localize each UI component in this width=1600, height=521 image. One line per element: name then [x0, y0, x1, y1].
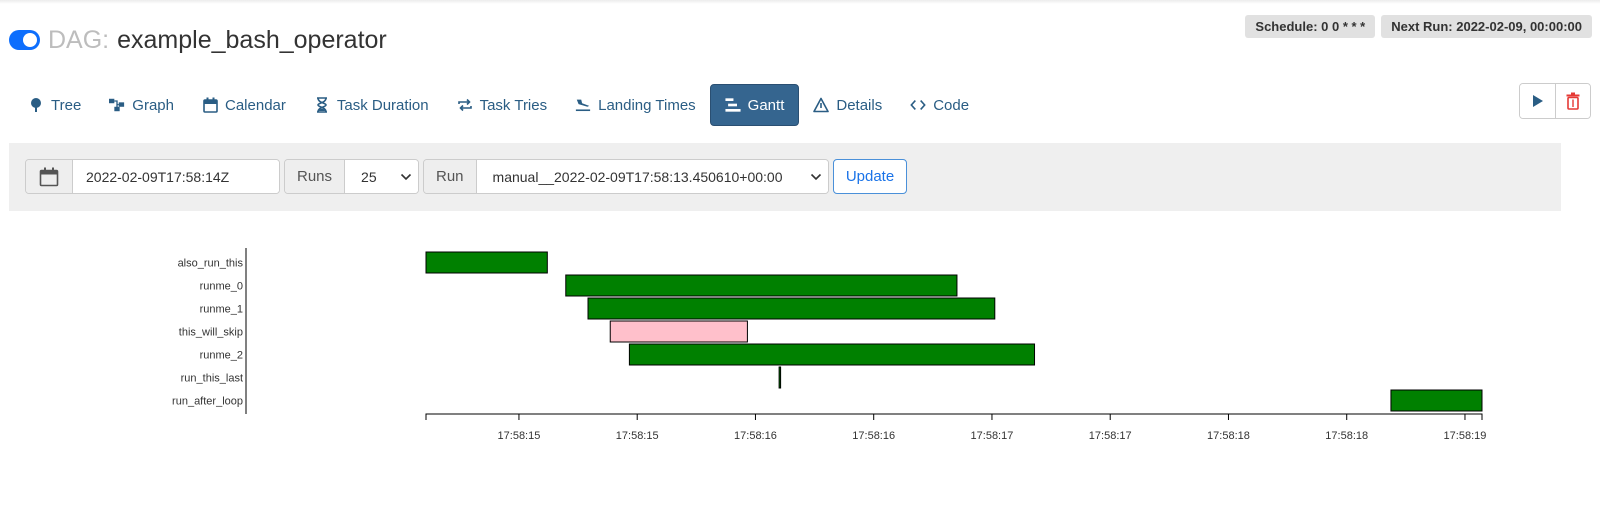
run-value: manual__2022-02-09T17:58:13.450610+00:00: [492, 168, 783, 185]
task-label-run-after-loop: run_after_loop: [172, 396, 243, 408]
x-tick-label-0: 17:58:15: [498, 430, 541, 442]
header-badges: Schedule: 0 0 * * * Next Run: 2022-02-09…: [1245, 15, 1592, 38]
task-label-runme-0: runme_0: [200, 281, 243, 293]
run-label: Run: [424, 160, 477, 193]
task-bar-run-after-loop[interactable]: [1390, 389, 1483, 412]
task-bars: [425, 251, 1483, 412]
task-label-runme-2: runme_2: [200, 350, 243, 362]
dag-prefix: DAG:: [48, 25, 110, 54]
dag-title[interactable]: example_bash_operator: [117, 26, 387, 55]
tab-task-tries[interactable]: Task Tries: [443, 84, 562, 126]
update-button[interactable]: Update: [833, 159, 907, 194]
tab-label: Task Tries: [479, 96, 548, 114]
chevron-down-icon: [810, 173, 822, 180]
tab-label: Code: [933, 96, 970, 114]
task-label-run-this-last: run_this_last: [181, 373, 243, 385]
x-axis-line: [425, 413, 1483, 420]
tab-landing-times[interactable]: Landing Times: [561, 84, 710, 126]
tab-label: Graph: [132, 96, 174, 114]
x-tick-label-3: 17:58:16: [852, 430, 895, 442]
x-tick-label-7: 17:58:18: [1325, 430, 1368, 442]
task-bar-runme-2[interactable]: [628, 343, 1036, 366]
trash-icon: [1566, 92, 1580, 110]
task-bar-runme-0[interactable]: [565, 274, 958, 297]
dag-view-nav: Tree Graph Calendar Task Duration Task T…: [14, 84, 983, 126]
calendar-button[interactable]: [26, 160, 73, 193]
next-run-badge: Next Run: 2022-02-09, 00:00:00: [1381, 15, 1592, 38]
warning-triangle-icon: [813, 97, 830, 113]
run-group: Run manual__2022-02-09T17:58:13.450610+0…: [423, 159, 829, 194]
tree-icon: [28, 97, 44, 113]
graph-icon: [109, 97, 125, 113]
dag-header: DAG: example_bash_operator: [9, 22, 387, 58]
trigger-dag-button[interactable]: [1520, 84, 1555, 118]
runs-value: 25: [361, 168, 377, 185]
code-icon: [910, 97, 926, 113]
tab-label: Landing Times: [598, 96, 696, 114]
play-icon: [1532, 95, 1543, 107]
plane-landing-icon: [575, 97, 591, 113]
x-tick-label-1: 17:58:15: [616, 430, 659, 442]
calendar-icon: [202, 97, 218, 113]
runs-label: Runs: [285, 160, 346, 193]
toggle-knob: [23, 33, 37, 47]
filter-bar: 2022-02-09T17:58:14Z Runs 25 Run manual_…: [9, 143, 1561, 211]
tab-calendar[interactable]: Calendar: [188, 84, 300, 126]
x-tick-label-2: 17:58:16: [734, 430, 777, 442]
task-labels: also_run_this runme_0 runme_1 this_will_ski…: [172, 258, 243, 408]
retry-icon: [457, 97, 473, 113]
hourglass-icon: [314, 97, 330, 113]
schedule-badge: Schedule: 0 0 * * *: [1245, 15, 1376, 38]
dag-actions: [1519, 83, 1591, 119]
tab-label: Calendar: [225, 96, 286, 114]
tab-tree[interactable]: Tree: [14, 84, 95, 126]
run-select[interactable]: manual__2022-02-09T17:58:13.450610+00:00: [476, 160, 828, 193]
x-tick-label-5: 17:58:17: [1089, 430, 1132, 442]
task-label-runme-1: runme_1: [200, 304, 243, 316]
task-bar-this-will-skip[interactable]: [609, 320, 748, 343]
x-tick-label-4: 17:58:17: [971, 430, 1014, 442]
task-bar-run-this-last[interactable]: [778, 366, 782, 389]
x-axis: 17:58:15 17:58:15 17:58:16 17:58:16 17:58:17…: [425, 413, 1487, 442]
tab-label: Gantt: [747, 96, 785, 114]
task-bar-also-run-this[interactable]: [425, 251, 548, 274]
gantt-chart: also_run_this runme_0 runme_1 this_will_ski…: [172, 248, 1487, 442]
tab-graph[interactable]: Graph: [95, 84, 188, 126]
runs-select[interactable]: 25: [345, 160, 418, 193]
task-label-this-will-skip: this_will_skip: [179, 327, 243, 339]
calendar-icon: [39, 167, 59, 186]
top-shadow: [0, 0, 1600, 4]
delete-dag-button[interactable]: [1555, 84, 1590, 118]
tab-gantt[interactable]: Gantt: [709, 84, 800, 126]
runs-group: Runs 25: [284, 159, 419, 194]
tab-label: Tree: [51, 96, 82, 114]
pause-toggle[interactable]: [9, 30, 40, 50]
x-tick-label-6: 17:58:18: [1207, 430, 1250, 442]
x-tick-label-8: 17:58:19: [1444, 430, 1487, 442]
tab-label: Task Duration: [336, 96, 429, 114]
base-date-group: 2022-02-09T17:58:14Z: [25, 159, 280, 194]
tab-details[interactable]: Details: [799, 84, 896, 126]
task-bar-runme-1[interactable]: [587, 297, 996, 320]
tab-code[interactable]: Code: [896, 84, 983, 126]
chevron-down-icon: [400, 173, 412, 180]
tab-task-duration[interactable]: Task Duration: [300, 84, 443, 126]
task-label-also-run-this: also_run_this: [178, 258, 244, 270]
base-date-input[interactable]: 2022-02-09T17:58:14Z: [73, 160, 279, 193]
tab-label: Details: [836, 96, 883, 114]
gantt-icon: [725, 97, 741, 113]
